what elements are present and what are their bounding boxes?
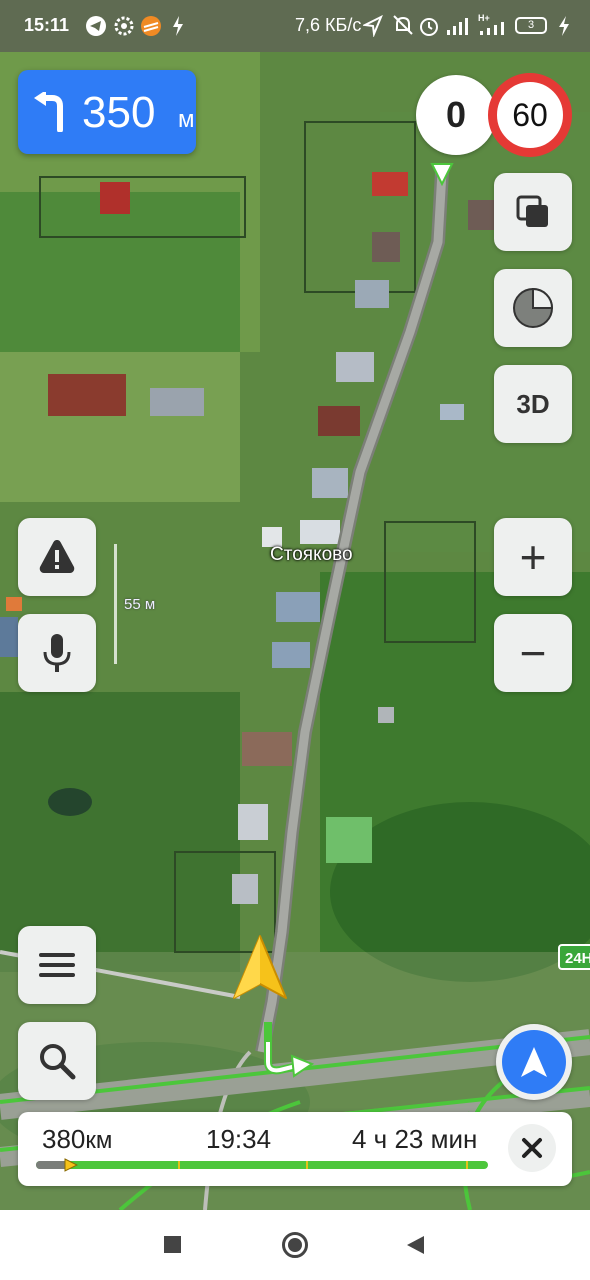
report-incident-button[interactable]: [18, 518, 96, 596]
user-position-arrow-icon: [233, 935, 287, 999]
maneuver-distance: 350: [82, 88, 156, 137]
place-label: Стояково: [270, 544, 353, 565]
system-navigation-bar: [0, 1210, 590, 1280]
home-button[interactable]: [282, 1232, 308, 1258]
back-button[interactable]: [404, 1234, 426, 1256]
signal-icon: [447, 18, 468, 35]
3d-button[interactable]: 3D: [494, 365, 572, 443]
menu-button[interactable]: [18, 926, 96, 1004]
search-icon: [40, 1044, 76, 1080]
layers-button[interactable]: [494, 173, 572, 251]
mute-bell-icon: [393, 15, 413, 35]
remaining-distance: 380км: [42, 1124, 112, 1155]
road-number-badge: 24Н: [558, 944, 590, 970]
warning-icon: [39, 540, 75, 573]
voice-search-button[interactable]: [18, 614, 96, 692]
maneuver-unit: м: [178, 106, 195, 133]
layers-icon: [516, 195, 548, 227]
orientation-button[interactable]: [496, 1024, 572, 1100]
navigation-arrow-icon: [521, 1047, 547, 1077]
recent-apps-button[interactable]: [164, 1236, 181, 1253]
3d-label: 3D: [516, 388, 550, 419]
maneuver-card[interactable]: 350 м: [18, 70, 196, 154]
traffic-button[interactable]: [494, 269, 572, 347]
app-icon: [141, 16, 161, 36]
remaining-duration: 4 ч 23 мин: [352, 1124, 478, 1154]
battery-icon: 3: [515, 17, 547, 34]
remaining-distance-unit: км: [85, 1127, 113, 1154]
progress-tick: [306, 1161, 308, 1169]
progress-marker-icon: [64, 1158, 78, 1172]
current-speed: 0: [416, 75, 496, 155]
speed-limit-sign: 60: [488, 73, 572, 157]
progress-tick: [466, 1161, 468, 1169]
zoom-out-button[interactable]: −: [494, 614, 572, 692]
network-speed: 7,6 КБ/с: [295, 15, 362, 35]
scale-label: 55 м: [124, 596, 156, 613]
traffic-icon: [513, 287, 554, 328]
charging-bolt-icon: [559, 16, 569, 36]
hamburger-menu-icon: [39, 953, 75, 977]
remaining-distance-value: 380: [42, 1124, 86, 1154]
gear-icon: [114, 16, 134, 36]
alarm-icon: [420, 18, 438, 36]
progress-tick: [178, 1161, 180, 1169]
zoom-in-button[interactable]: +: [494, 518, 572, 596]
route-progress-bar: [36, 1158, 488, 1172]
battery-level: 3: [527, 19, 535, 31]
clock: 15:11: [24, 15, 70, 35]
speed-limit-value: 60: [512, 96, 548, 133]
scale-bar: [114, 544, 117, 664]
charging-icon: [173, 16, 183, 36]
plus-icon: +: [519, 531, 547, 583]
close-route-button[interactable]: [508, 1124, 556, 1172]
current-speed-value: 0: [445, 94, 467, 135]
turn-left-arrow-icon: [34, 92, 63, 132]
compass-circle: [502, 1030, 566, 1094]
signal-2-icon: [480, 22, 504, 35]
close-icon: [522, 1138, 542, 1158]
telegram-icon: [86, 16, 106, 36]
navigation-arrow-icon: [363, 15, 383, 37]
arrival-time: 19:34: [206, 1124, 272, 1154]
search-button[interactable]: [18, 1022, 96, 1100]
minus-icon: −: [519, 627, 547, 679]
status-bar: 15:11 7,6 КБ/с H+ 3: [0, 0, 590, 52]
microphone-icon: [43, 634, 71, 672]
trip-info-panel[interactable]: 380км 19:34 4 ч 23 мин: [18, 1112, 572, 1186]
